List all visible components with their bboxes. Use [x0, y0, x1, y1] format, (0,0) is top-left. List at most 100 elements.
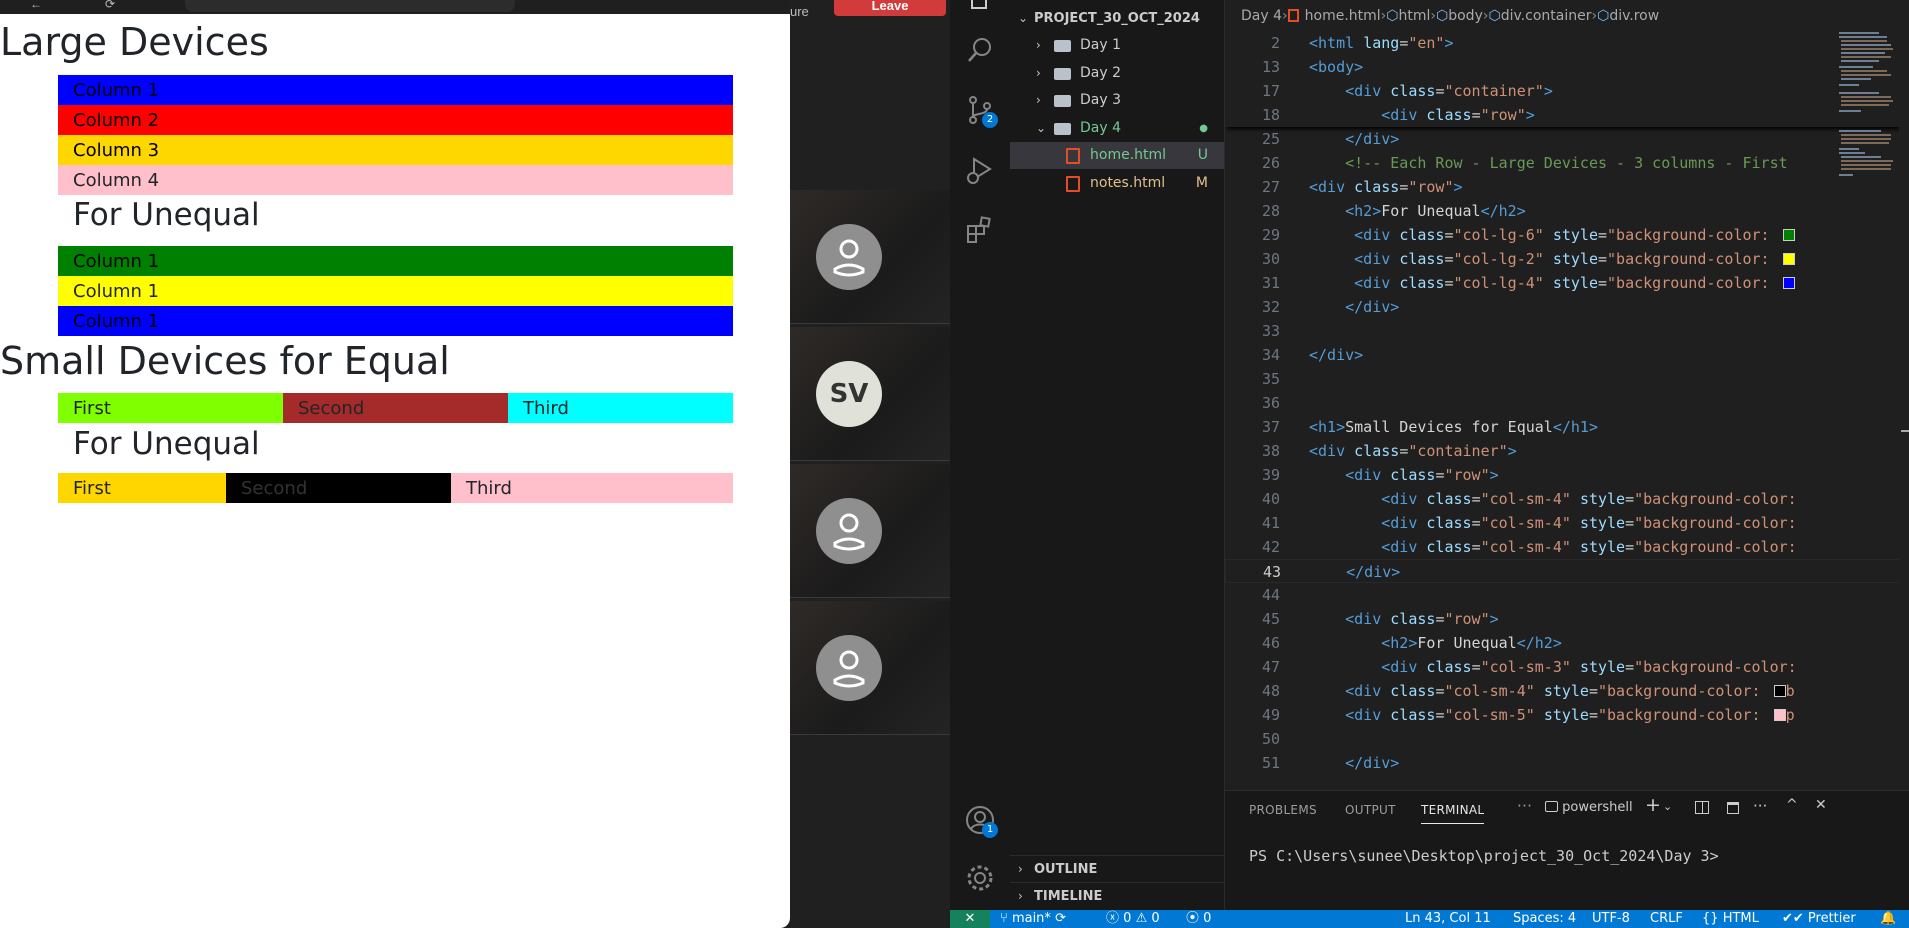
- back-icon[interactable]: ←: [30, 0, 42, 11]
- breadcrumb: Day 4 › home.html › ⬡ html › ⬡ body › ⬡ …: [1225, 8, 1909, 30]
- breadcrumb-item[interactable]: div.row: [1609, 8, 1659, 24]
- trash-icon[interactable]: [1727, 802, 1739, 814]
- breadcrumb-item[interactable]: div.container: [1501, 8, 1592, 24]
- notifications-icon[interactable]: 🔔: [1880, 910, 1896, 928]
- indentation[interactable]: Spaces: 4: [1513, 910, 1576, 928]
- code-line[interactable]: 33: [1225, 319, 1909, 343]
- line-number: 27: [1261, 178, 1280, 196]
- heading-small-devices: Small Devices for Equal: [0, 339, 450, 383]
- code-line[interactable]: 18 <div class="row">: [1225, 103, 1909, 127]
- language-mode[interactable]: {} HTML: [1702, 910, 1759, 928]
- breadcrumb-item[interactable]: home.html: [1305, 8, 1381, 24]
- code-line[interactable]: 50: [1225, 727, 1909, 751]
- code-line[interactable]: 35: [1225, 367, 1909, 391]
- terminal-prompt[interactable]: PS C:\Users\sunee\Desktop\project_30_Oct…: [1249, 847, 1719, 865]
- code-line[interactable]: 26 <!-- Each Row - Large Devices - 3 col…: [1225, 151, 1909, 175]
- line-endings[interactable]: CRLF: [1650, 910, 1683, 928]
- file-item[interactable]: notes.html M: [1010, 170, 1224, 197]
- code-line[interactable]: 45 <div class="row">: [1225, 607, 1909, 631]
- maximize-panel-icon[interactable]: ^: [1786, 797, 1798, 813]
- code-line[interactable]: 44: [1225, 583, 1909, 607]
- extensions-icon[interactable]: [964, 214, 996, 246]
- outline-section[interactable]: › OUTLINE: [1010, 855, 1224, 882]
- code-line[interactable]: 42 <div class="col-sm-4" style="backgrou…: [1225, 535, 1909, 559]
- code-line[interactable]: 17 <div class="container">: [1225, 79, 1909, 103]
- code-line[interactable]: 38 <div class="container">: [1225, 439, 1909, 463]
- close-icon[interactable]: ✕: [1815, 797, 1827, 813]
- reload-icon[interactable]: ⟳: [105, 0, 115, 11]
- code-line[interactable]: 25 </div>: [1225, 127, 1909, 151]
- tab-terminal[interactable]: TERMINAL: [1421, 803, 1485, 824]
- line-number: 39: [1261, 466, 1280, 484]
- files-icon[interactable]: [964, 0, 996, 18]
- project-root[interactable]: ⌄ PROJECT_30_OCT_2024: [1010, 5, 1224, 32]
- ports-indicator[interactable]: ⦿ 0: [1186, 910, 1211, 928]
- search-icon[interactable]: [964, 34, 996, 66]
- code-line[interactable]: 39 <div class="row">: [1225, 463, 1909, 487]
- code-editor[interactable]: Day 4 › home.html › ⬡ html › ⬡ body › ⬡ …: [1225, 0, 1909, 790]
- code-line[interactable]: 40 <div class="col-sm-4" style="backgrou…: [1225, 487, 1909, 511]
- cursor-position[interactable]: Ln 43, Col 11: [1405, 910, 1491, 928]
- participant-tile[interactable]: SV: [790, 327, 950, 461]
- folder-icon: [1054, 40, 1071, 52]
- code-line[interactable]: 36: [1225, 391, 1909, 415]
- code-line[interactable]: 28 <h2>For Unequal</h2>: [1225, 199, 1909, 223]
- add-terminal-icon[interactable]: +: [1645, 794, 1661, 816]
- encoding[interactable]: UTF-8: [1592, 910, 1630, 928]
- code-line[interactable]: 43 </div>: [1225, 559, 1909, 583]
- code-line[interactable]: 30 <div class="col-lg-2" style="backgrou…: [1225, 247, 1909, 271]
- more-icon[interactable]: ···: [1517, 797, 1532, 815]
- breadcrumb-item[interactable]: Day 4: [1241, 8, 1282, 24]
- code-line[interactable]: 31 <div class="col-lg-4" style="backgrou…: [1225, 271, 1909, 295]
- minimap[interactable]: [1825, 30, 1909, 790]
- gear-icon[interactable]: [964, 862, 996, 894]
- code-line[interactable]: 47 <div class="col-sm-3" style="backgrou…: [1225, 655, 1909, 679]
- tab-problems[interactable]: PROBLEMS: [1249, 803, 1317, 817]
- split-terminal-icon[interactable]: [1695, 801, 1709, 814]
- branch-indicator[interactable]: ⑂ main* ⟳: [1000, 910, 1066, 928]
- grid-column: Second: [283, 393, 508, 423]
- participant-tile[interactable]: [790, 190, 950, 324]
- status-bar: ✕ ⑂ main* ⟳ ⓧ 0 ⚠ 0 ⦿ 0 Ln 43, Col 11 Sp…: [950, 910, 1909, 928]
- problems-indicator[interactable]: ⓧ 0 ⚠ 0: [1106, 910, 1160, 928]
- code-line[interactable]: 51 </div>: [1225, 751, 1909, 775]
- code-line[interactable]: 27 <div class="row">: [1225, 175, 1909, 199]
- breadcrumb-item[interactable]: body: [1448, 8, 1483, 24]
- shell-selector[interactable]: powershell: [1545, 800, 1633, 815]
- shell-name: powershell: [1562, 800, 1633, 815]
- remote-indicator[interactable]: ✕: [950, 910, 990, 928]
- breadcrumb-item[interactable]: html: [1399, 8, 1431, 24]
- code-line[interactable]: 49 <div class="col-sm-5" style="backgrou…: [1225, 703, 1909, 727]
- folder-item[interactable]: › Day 3: [1010, 87, 1224, 114]
- code-line[interactable]: 13 <body>: [1225, 55, 1909, 79]
- leave-button[interactable]: Leave: [834, 0, 946, 16]
- braces-icon: {}: [1702, 911, 1723, 926]
- chevron-right-icon: ›: [1036, 65, 1041, 80]
- code-line[interactable]: 37 <h1>Small Devices for Equal</h1>: [1225, 415, 1909, 439]
- folder-item[interactable]: ⌄ Day 4 ●: [1010, 115, 1224, 142]
- participant-tile[interactable]: [790, 464, 950, 598]
- chevron-down-icon[interactable]: ⌄: [1663, 800, 1672, 813]
- folder-item[interactable]: › Day 2: [1010, 60, 1224, 87]
- run-debug-icon[interactable]: [964, 154, 996, 186]
- tab-output[interactable]: OUTPUT: [1345, 803, 1396, 817]
- code-line[interactable]: 46 <h2>For Unequal</h2>: [1225, 631, 1909, 655]
- address-bar[interactable]: [185, 0, 515, 12]
- more-actions-icon[interactable]: ···: [1753, 797, 1767, 815]
- participant-tile[interactable]: [790, 601, 950, 735]
- code-line[interactable]: 32 </div>: [1225, 295, 1909, 319]
- file-item[interactable]: home.html U: [1010, 142, 1224, 169]
- code-line[interactable]: 34 </div>: [1225, 343, 1909, 367]
- column-label: Column 1: [73, 281, 160, 302]
- line-number: 48: [1261, 682, 1280, 700]
- code-line[interactable]: 2 <html lang="en">: [1225, 31, 1909, 55]
- code-text: <div class="col-sm-4" style="background-…: [1345, 682, 1795, 700]
- code-line[interactable]: 48 <div class="col-sm-4" style="backgrou…: [1225, 679, 1909, 703]
- prettier-status[interactable]: ✔✔ Prettier: [1782, 910, 1856, 928]
- timeline-section[interactable]: › TIMELINE: [1010, 882, 1224, 909]
- line-number: 38: [1261, 442, 1280, 460]
- column-label: Column 4: [73, 170, 160, 191]
- code-line[interactable]: 41 <div class="col-sm-4" style="backgrou…: [1225, 511, 1909, 535]
- code-line[interactable]: 29 <div class="col-lg-6" style="backgrou…: [1225, 223, 1909, 247]
- folder-item[interactable]: › Day 1: [1010, 32, 1224, 59]
